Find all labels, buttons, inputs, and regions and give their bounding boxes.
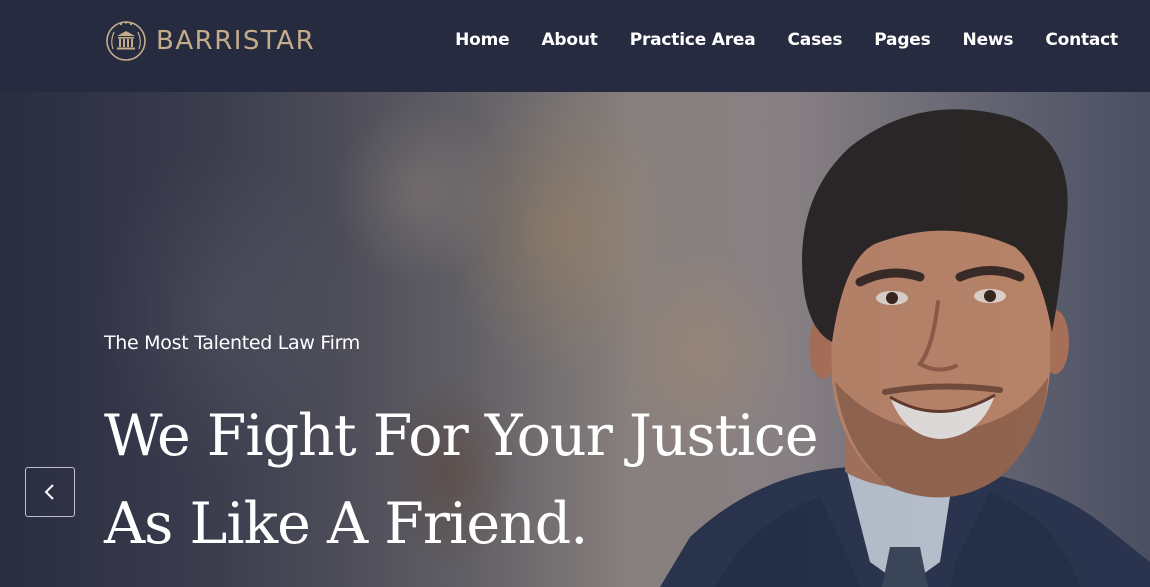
nav-about[interactable]: About <box>541 30 597 50</box>
nav-practice-area[interactable]: Practice Area <box>630 30 756 50</box>
hero-tagline: The Most Talented Law Firm <box>104 332 360 354</box>
hero-slider: The Most Talented Law Firm We Fight For … <box>0 92 1150 587</box>
nav-pages[interactable]: Pages <box>874 30 930 50</box>
nav-home[interactable]: Home <box>455 30 510 50</box>
courthouse-icon <box>106 21 146 61</box>
brand-name: BARRISTAR <box>156 26 316 56</box>
site-header: BARRISTAR Home About Practice Area Cases… <box>0 0 1150 92</box>
nav-news[interactable]: News <box>963 30 1014 50</box>
nav-cases[interactable]: Cases <box>788 30 843 50</box>
chevron-left-icon <box>44 484 54 500</box>
brand-logo[interactable]: BARRISTAR <box>104 19 315 63</box>
hero-headline: We Fight For Your Justice As Like A Frie… <box>104 403 819 557</box>
nav-contact[interactable]: Contact <box>1045 30 1118 50</box>
main-nav: Home About Practice Area Cases Pages New… <box>455 30 1118 50</box>
slider-prev-button[interactable] <box>25 467 75 517</box>
